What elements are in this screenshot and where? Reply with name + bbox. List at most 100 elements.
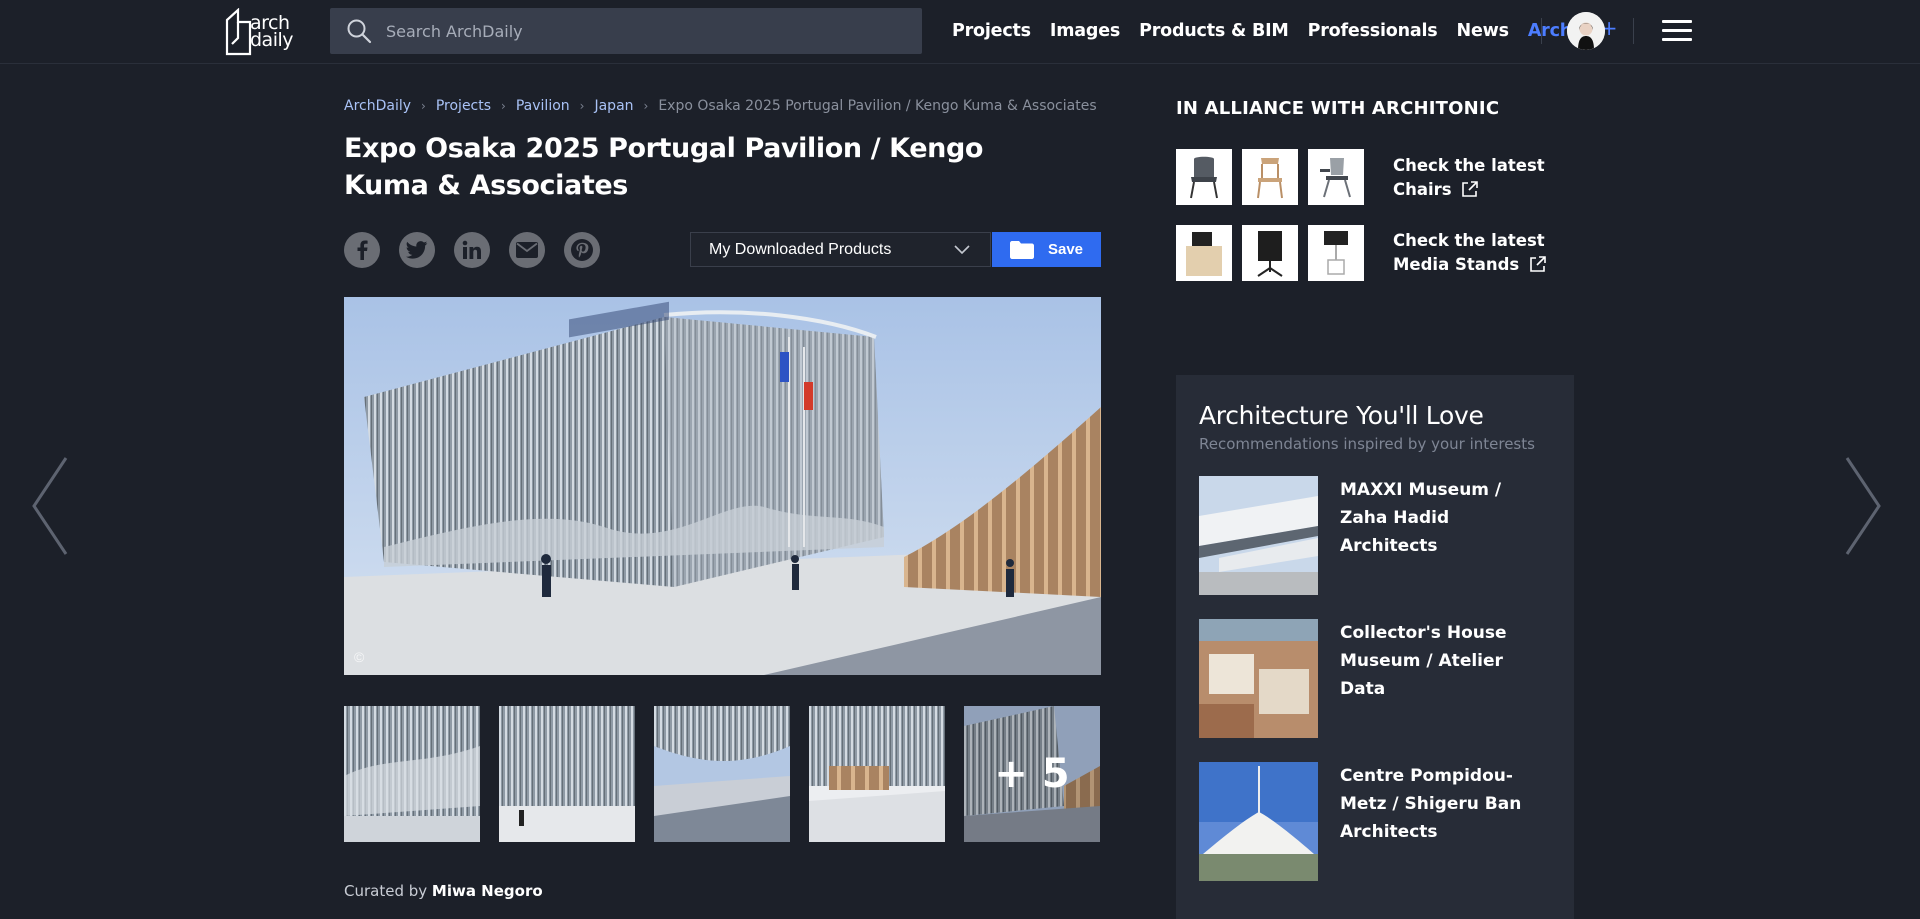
recommendation-name: Collector's House Museum / Atelier Data [1340,623,1507,699]
breadcrumb-projects[interactable]: Projects [436,98,491,114]
product-thumbnail-chair[interactable] [1242,149,1298,205]
hamburger-menu-icon[interactable] [1662,20,1692,42]
media-stand-icon [1186,232,1222,276]
image-gallery-thumbnails: + 5 [344,706,1100,842]
gallery-thumbnail[interactable] [344,706,480,842]
twitter-share-button[interactable] [399,232,435,268]
gallery-thumbnail[interactable] [499,706,635,842]
collections-dropdown-value: My Downloaded Products [709,240,892,258]
thumbnail-photo [809,706,945,842]
copyright-icon: © [354,649,365,665]
recommendations-panel: Architecture You'll Love Recommendations… [1176,375,1574,919]
gallery-thumbnail[interactable] [654,706,790,842]
recommendations-subtitle: Recommendations inspired by your interes… [1199,435,1535,453]
breadcrumb-archdaily[interactable]: ArchDaily [344,98,411,114]
breadcrumb: ArchDaily › Projects › Pavilion › Japan … [344,98,1097,114]
media-stands-product-row [1176,225,1374,281]
latest-chairs-link[interactable]: Check the latest Chairs [1393,154,1593,202]
mail-icon [516,242,538,258]
maxxi-museum-photo [1199,476,1318,595]
curated-by: Curated by Miwa Negoro [344,882,543,900]
collections-dropdown[interactable]: My Downloaded Products [690,232,991,267]
pinterest-share-button[interactable] [564,232,600,268]
next-arrow-icon[interactable] [1843,456,1883,556]
chair-icon [1190,156,1218,199]
linkedin-share-button[interactable] [454,232,490,268]
avatar-icon [1567,12,1605,50]
external-link-icon [1462,181,1479,197]
product-thumbnail-chair[interactable] [1176,149,1232,205]
main-nav: Projects Images Products & BIM Professio… [952,0,1636,62]
folder-icon [1009,240,1034,259]
facebook-share-button[interactable] [344,232,380,268]
curator-name[interactable]: Miwa Negoro [432,882,543,900]
pavilion-photo [344,297,1101,675]
thumbnail-photo [344,706,480,842]
recommendations-title: Architecture You'll Love [1199,401,1484,430]
logo-word-daily: daily [250,29,294,51]
thumbnail-photo [499,706,635,842]
gallery-thumbnail-more[interactable]: + 5 [964,706,1100,842]
latest-media-stands-link-text: Check the latest Media Stands [1393,231,1545,274]
nav-news[interactable]: News [1457,21,1510,41]
nav-professionals[interactable]: Professionals [1308,21,1438,41]
gallery-thumbnail[interactable] [809,706,945,842]
twitter-icon [406,241,428,259]
collectors-house-photo [1199,619,1318,738]
breadcrumb-chevron-icon: › [421,99,426,113]
header-divider [1541,18,1542,44]
top-header: arch daily Projects Images Products & BI… [0,0,1920,64]
more-images-count: + 5 [964,706,1100,842]
thumbnail-photo [654,706,790,842]
breadcrumb-pavilion[interactable]: Pavilion [516,98,570,114]
search-icon [347,19,372,44]
nav-projects[interactable]: Projects [952,21,1031,41]
product-thumbnail-media-stand[interactable] [1242,225,1298,281]
product-thumbnail-chair[interactable] [1308,149,1364,205]
media-stand-icon [1324,231,1348,275]
recommendation-name: Centre Pompidou-Metz / Shigeru Ban Archi… [1340,766,1522,842]
recommendation-image [1199,619,1318,738]
logo-wordmark: arch daily [250,14,294,51]
recommendation-item[interactable]: MAXXI Museum / Zaha Hadid Architects [1199,476,1559,595]
chair-icon [1257,158,1283,199]
user-avatar[interactable] [1567,12,1605,50]
search-bar[interactable] [330,8,922,54]
header-divider [1633,18,1634,44]
recommendation-image [1199,762,1318,881]
save-button[interactable]: Save [992,232,1101,267]
chairs-product-row [1176,149,1374,205]
recommendation-item[interactable]: Centre Pompidou-Metz / Shigeru Ban Archi… [1199,762,1559,881]
nav-images[interactable]: Images [1050,21,1120,41]
chevron-down-icon [954,245,970,255]
linkedin-icon [462,240,481,259]
alliance-title: IN ALLIANCE WITH ARCHITONIC [1176,98,1500,119]
product-thumbnail-media-stand[interactable] [1308,225,1364,281]
curated-prefix: Curated by [344,882,432,900]
email-share-button[interactable] [509,232,545,268]
pompidou-metz-photo [1199,762,1318,881]
latest-media-stands-link[interactable]: Check the latest Media Stands [1393,229,1593,277]
share-buttons [344,232,619,268]
product-thumbnail-media-stand[interactable] [1176,225,1232,281]
facebook-icon [357,240,368,260]
page-title: Expo Osaka 2025 Portugal Pavilion / Keng… [344,133,984,201]
breadcrumb-chevron-icon: › [643,99,649,113]
media-stand-icon [1257,231,1283,277]
recommendation-name: MAXXI Museum / Zaha Hadid Architects [1340,480,1502,556]
external-link-icon [1530,256,1546,272]
previous-arrow-icon[interactable] [30,456,70,556]
recommendation-image [1199,476,1318,595]
breadcrumb-chevron-icon: › [501,99,506,113]
chair-icon [1320,158,1351,198]
archdaily-logo[interactable]: arch daily [224,8,304,56]
search-input[interactable] [386,21,886,41]
breadcrumb-chevron-icon: › [579,99,585,113]
save-button-label: Save [1047,241,1084,258]
main-project-image[interactable]: © [344,297,1101,675]
breadcrumb-japan[interactable]: Japan [594,98,633,114]
nav-products-bim[interactable]: Products & BIM [1139,21,1289,41]
recommendation-item[interactable]: Collector's House Museum / Atelier Data [1199,619,1559,738]
pinterest-icon [571,239,593,261]
breadcrumb-current: Expo Osaka 2025 Portugal Pavilion / Keng… [658,98,1097,114]
